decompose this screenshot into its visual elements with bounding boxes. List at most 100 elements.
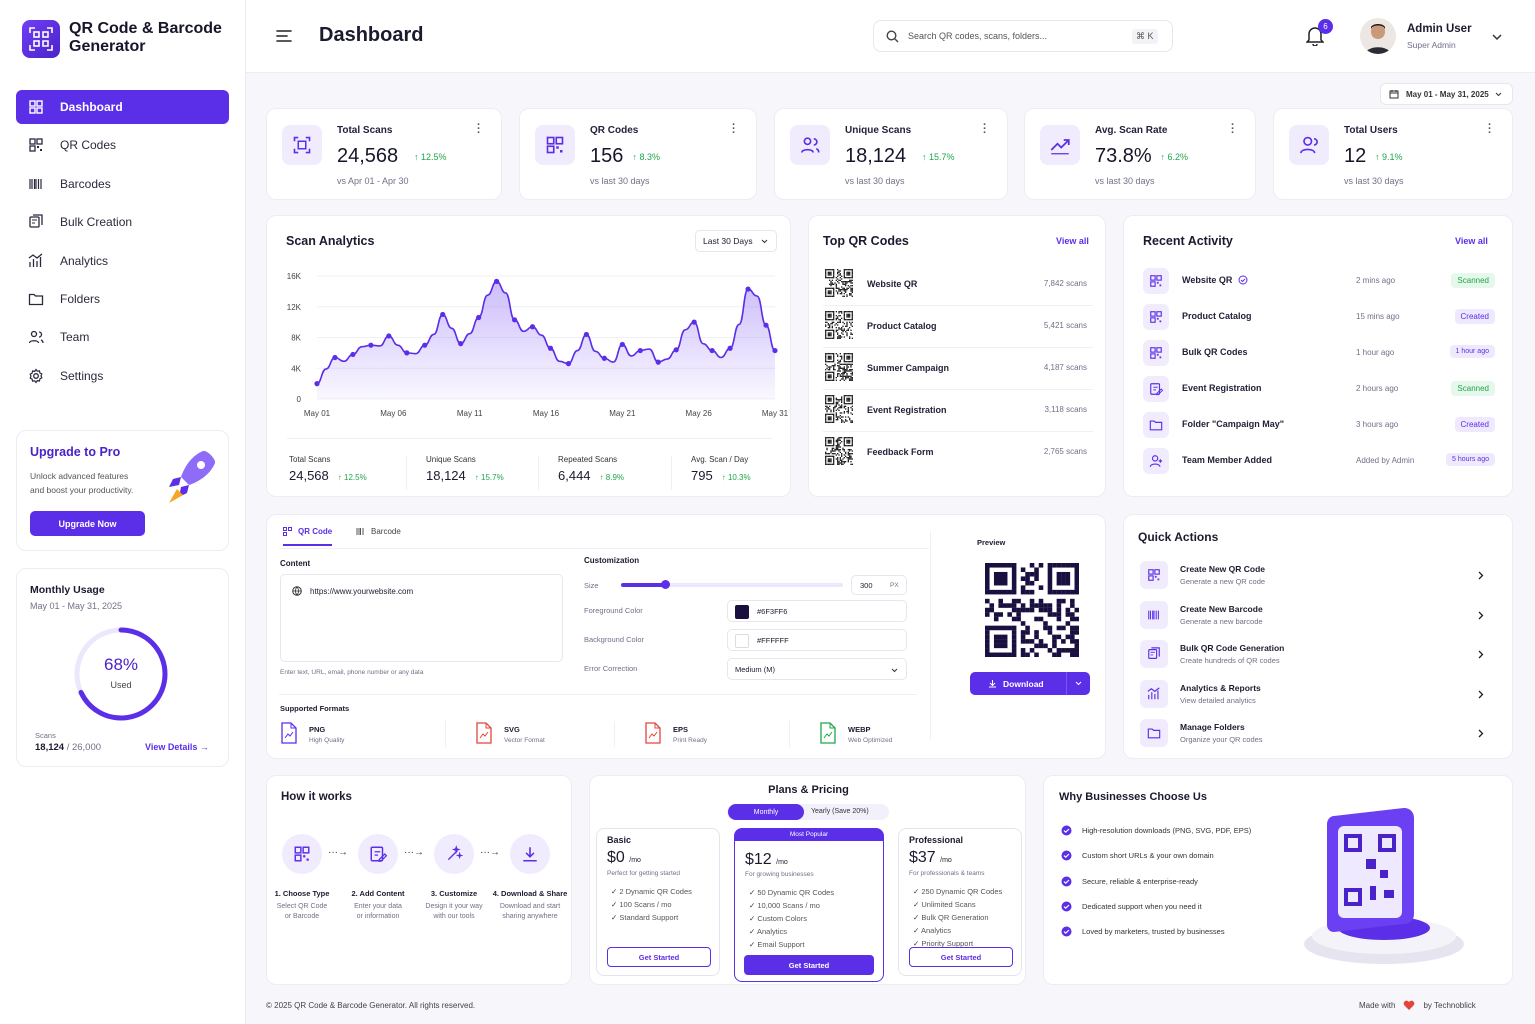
chart-point[interactable]	[709, 347, 715, 354]
more-options-icon[interactable]: · · ·	[1488, 120, 1492, 139]
more-options-icon[interactable]: · · ·	[477, 120, 481, 139]
quick-action-item[interactable]: Bulk QR Code Generation Create hundreds …	[1140, 638, 1496, 672]
usage-used-label: Used	[110, 680, 132, 690]
top-qr-item[interactable]: Product Catalog 5,421 scans	[823, 306, 1093, 348]
chart-point[interactable]	[691, 319, 697, 325]
upgrade-text-2: and boost your productivity.	[30, 485, 134, 495]
tab-barcode[interactable]: Barcode	[356, 527, 401, 536]
top-qr-view-all[interactable]: View all	[1056, 236, 1089, 246]
upgrade-button[interactable]: Upgrade Now	[30, 511, 145, 536]
summary-value-row: 18,124 ↑ 15.7%	[426, 468, 504, 483]
quick-action-item[interactable]: Manage Folders Organize your QR codes	[1140, 717, 1496, 751]
activity-item[interactable]: Event Registration 2 hours ago Scanned	[1143, 374, 1495, 404]
chart-point[interactable]	[655, 359, 661, 365]
chart-point[interactable]	[565, 361, 572, 367]
search-input[interactable]: Search QR codes, scans, folders... ⌘ K	[873, 20, 1173, 52]
activity-item[interactable]: Folder "Campaign May" 3 hours ago Create…	[1143, 410, 1495, 440]
chevron-down-icon[interactable]	[1075, 681, 1082, 686]
quick-action-item[interactable]: Analytics & Reports View detailed analyt…	[1140, 678, 1496, 712]
chart-point[interactable]	[494, 278, 500, 284]
bell-icon[interactable]: 6	[1305, 19, 1333, 49]
size-input[interactable]: 300 PX	[851, 575, 907, 595]
range-select[interactable]: Last 30 Days	[695, 230, 777, 252]
summary-change: ↑ 8.9%	[599, 473, 625, 482]
chart-point[interactable]	[727, 345, 733, 351]
sidebar-item-settings[interactable]: Settings	[16, 359, 229, 393]
activity-item[interactable]: Website QR 2 mins ago Scanned	[1143, 266, 1495, 296]
chart-point[interactable]	[772, 347, 778, 354]
chart-point[interactable]	[745, 286, 751, 292]
foreground-color-input[interactable]: #6F3FF6	[727, 600, 907, 622]
stat-card: Unique Scans · · · 18,124 ↑ 15.7% vs last …	[774, 108, 1008, 200]
chart-point[interactable]	[440, 311, 446, 318]
quick-action-item[interactable]: Create New QR Code Generate a new QR cod…	[1140, 559, 1496, 593]
how-step-icon-circle	[358, 834, 398, 874]
chart-point[interactable]	[458, 341, 464, 347]
more-options-icon[interactable]: · · ·	[983, 120, 987, 139]
content-input[interactable]: https://www.yourwebsite.com	[280, 574, 563, 662]
view-details-link[interactable]: View Details →	[145, 742, 209, 752]
chevron-down-icon	[1495, 92, 1502, 96]
stat-value: 18,124	[845, 145, 907, 167]
activity-item[interactable]: Bulk QR Codes 1 hour ago 1 hour ago	[1143, 338, 1495, 368]
sidebar-item-qr-codes[interactable]: QR Codes	[16, 128, 229, 162]
chart-point[interactable]	[547, 345, 554, 351]
more-options-icon[interactable]: · · ·	[732, 120, 736, 139]
chart-point[interactable]	[404, 350, 410, 356]
activity-item[interactable]: Team Member Added Added by Admin 5 hours…	[1143, 446, 1495, 476]
more-options-icon[interactable]: · · ·	[1231, 120, 1235, 139]
top-qr-name: Event Registration	[867, 405, 947, 415]
chart-point[interactable]	[332, 354, 338, 361]
chart-point[interactable]	[368, 342, 374, 348]
background-color-input[interactable]: #FFFFFF	[727, 629, 907, 651]
chart-point[interactable]	[763, 322, 769, 328]
menu-icon[interactable]	[276, 29, 292, 46]
chart-point[interactable]	[637, 347, 643, 354]
chart-point[interactable]	[511, 317, 518, 323]
sidebar-item-barcodes[interactable]: Barcodes	[16, 167, 229, 201]
download-button[interactable]: Download	[970, 672, 1090, 695]
sidebar-item-dashboard[interactable]: Dashboard	[16, 90, 229, 124]
size-slider[interactable]	[621, 580, 843, 589]
billing-monthly[interactable]: Monthly	[728, 804, 804, 820]
x-tick-label: May 06	[380, 409, 407, 418]
date-range-picker[interactable]: May 01 - May 31, 2025	[1380, 83, 1513, 105]
sidebar-item-analytics[interactable]: Analytics	[16, 244, 229, 278]
chart-point[interactable]	[619, 341, 625, 348]
chart-point[interactable]	[673, 347, 679, 353]
chart-point[interactable]	[314, 381, 320, 387]
top-qr-item[interactable]: Feedback Form 2,765 scans	[823, 432, 1093, 474]
plan-cta-button[interactable]: Get Started	[607, 947, 711, 967]
chevron-down-icon[interactable]	[1492, 30, 1502, 44]
plan-cta-button[interactable]: Get Started	[744, 955, 874, 975]
billing-toggle[interactable]: Monthly Yearly (Save 20%)	[727, 804, 889, 820]
chart-point[interactable]	[350, 351, 356, 358]
chart-point[interactable]	[529, 324, 536, 330]
error-correction-select[interactable]: Medium (M)	[727, 658, 907, 680]
chart-point[interactable]	[476, 314, 482, 321]
chart-point[interactable]	[386, 333, 392, 339]
sidebar-item-bulk-creation[interactable]: Bulk Creation	[16, 205, 229, 239]
top-qr-item[interactable]: Event Registration 3,118 scans	[823, 390, 1093, 432]
top-qr-item[interactable]: Summer Campaign 4,187 scans	[823, 348, 1093, 390]
sidebar-item-folders[interactable]: Folders	[16, 282, 229, 316]
size-slider-handle[interactable]	[661, 580, 671, 589]
sidebar-item-team[interactable]: Team	[16, 320, 229, 354]
activity-item[interactable]: Product Catalog 15 mins ago Created	[1143, 302, 1495, 332]
quick-action-icon-box	[1140, 600, 1168, 629]
billing-yearly[interactable]: Yearly (Save 20%)	[811, 808, 869, 815]
chart-point[interactable]	[422, 342, 428, 348]
chart-point[interactable]	[583, 331, 590, 338]
avatar[interactable]	[1360, 18, 1396, 54]
activity-view-all[interactable]: View all	[1455, 236, 1488, 246]
quick-action-item[interactable]: Create New Barcode Generate a new barcod…	[1140, 599, 1496, 633]
chart-point[interactable]	[601, 355, 607, 361]
plan-feature: 10,000 Scans / mo	[749, 901, 834, 910]
background-swatch[interactable]	[735, 634, 749, 648]
foreground-swatch[interactable]	[735, 605, 749, 619]
magic-wand-icon	[447, 845, 463, 861]
top-qr-item[interactable]: Website QR 7,842 scans	[823, 264, 1093, 306]
plan-cta-button[interactable]: Get Started	[909, 947, 1013, 967]
tab-qr-code[interactable]: QR Code	[283, 527, 333, 546]
summary-label: Unique Scans	[426, 455, 476, 464]
